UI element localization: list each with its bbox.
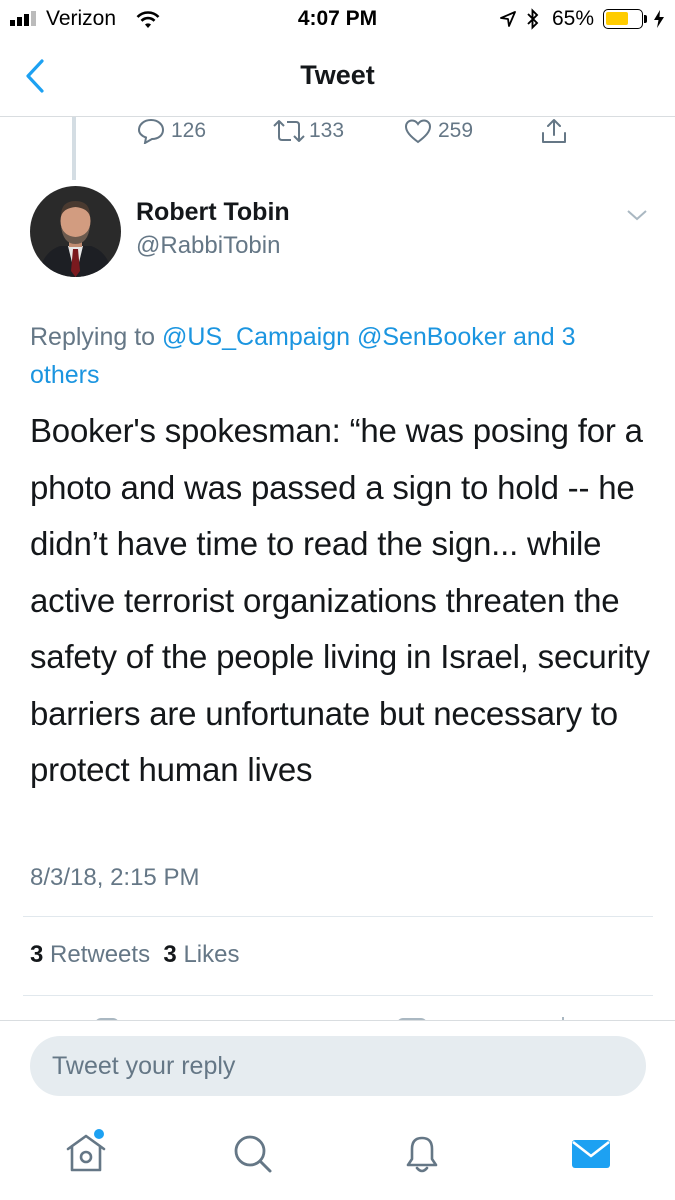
nav-divider [0,116,675,117]
battery-percent: 65% [552,7,595,30]
author-name[interactable]: Robert Tobin [136,198,290,227]
likes-label: Likes [183,941,240,968]
author-handle[interactable]: @RabbiTobin [136,232,280,260]
charging-bolt-icon [654,10,664,28]
search-icon [234,1135,272,1173]
avatar[interactable] [30,186,121,277]
reply-prefix: Replying to [30,323,156,351]
like-action[interactable]: 259 [404,118,473,144]
tab-messages[interactable] [566,1128,616,1178]
likes-count: 3 [163,941,177,968]
status-bar: Verizon 4:07 PM 65% [0,0,675,40]
likes-stat[interactable]: 3 Likes [163,941,239,968]
tweet-text: Booker's spokesman: “hе was posing for a… [30,412,650,788]
like-count: 259 [438,119,474,142]
reply-count: 126 [171,119,207,142]
home-icon [66,1129,106,1172]
retweet-count: 133 [309,119,345,142]
retweets-count: 3 [30,941,44,968]
envelope-icon [572,1140,610,1168]
location-arrow-icon [500,11,516,27]
divider [23,995,653,996]
share-action[interactable] [540,118,568,144]
reply-context: Replying to @US_Campaign @SenBooker and … [30,318,645,394]
heart-icon [404,119,432,144]
divider [23,916,653,917]
page-title: Tweet [300,60,375,90]
tab-home[interactable] [61,1128,111,1178]
reply-placeholder: Tweet your reply [52,1052,236,1080]
battery-icon [603,9,643,29]
battery-tip [644,15,647,23]
avatar-photo [30,186,121,277]
engagement-stats: 3 Retweets 3 Likes [30,941,239,969]
chevron-down-icon[interactable] [625,207,649,223]
bluetooth-icon [527,8,539,30]
retweet-icon [273,120,305,142]
reply-bubble-icon [137,118,165,144]
bell-icon [406,1136,438,1173]
retweets-stat[interactable]: 3 Retweets [30,941,150,968]
retweet-action[interactable]: 133 [271,118,344,144]
thread-connector-line [72,117,76,180]
reply-action[interactable]: 126 [137,118,206,144]
tab-notifications[interactable] [397,1128,447,1178]
retweets-label: Retweets [50,941,151,968]
share-icon [542,119,566,143]
tab-search[interactable] [228,1128,278,1178]
tweet-timestamp: 8/3/18, 2:15 PM [30,864,200,891]
